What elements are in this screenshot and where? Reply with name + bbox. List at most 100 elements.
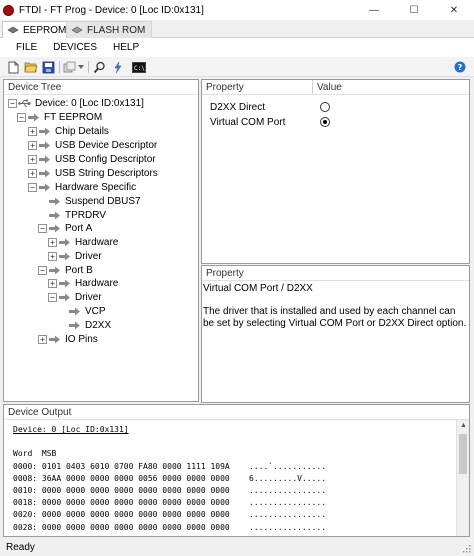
tab-flash-rom[interactable]: FLASH ROM xyxy=(66,21,153,38)
tree-item-label: Driver xyxy=(75,251,102,262)
minimize-button[interactable]: — xyxy=(354,0,394,20)
toolbar-separator xyxy=(88,61,89,73)
output-scrollbar[interactable]: ▲ xyxy=(456,420,469,536)
copy-icon[interactable] xyxy=(63,60,77,74)
property-description-header: Property xyxy=(202,266,469,281)
tab-bar: EEPROM FLASH ROM xyxy=(0,20,474,38)
eeprom-tab-icon xyxy=(7,26,19,33)
expand-icon[interactable]: + xyxy=(38,335,47,344)
tree-item[interactable]: + USB Device Descriptor xyxy=(28,139,157,152)
tree-item[interactable]: − Hardware Specific xyxy=(28,181,136,194)
arrow-icon xyxy=(39,155,50,164)
collapse-icon[interactable]: − xyxy=(38,266,47,275)
tree-item[interactable]: Suspend DBUS7 xyxy=(38,195,141,208)
device-tree-header: Device Tree xyxy=(4,80,198,95)
collapse-icon[interactable]: − xyxy=(8,99,17,108)
window-title: FTDI - FT Prog - Device: 0 [Loc ID:0x131… xyxy=(19,4,204,16)
new-file-icon[interactable] xyxy=(6,60,20,74)
collapse-icon[interactable]: − xyxy=(38,224,47,233)
tree-item[interactable]: − FT EEPROM xyxy=(17,111,102,124)
tree-item[interactable]: + Hardware xyxy=(48,277,118,290)
tab-eeprom-label: EEPROM xyxy=(23,24,67,36)
arrow-icon xyxy=(59,252,70,261)
tree-item-label: IO Pins xyxy=(65,334,98,345)
tree-item[interactable]: − Port A xyxy=(38,222,92,235)
property-description-panel: Property Virtual COM Port / D2XX The dri… xyxy=(201,265,470,403)
open-folder-icon[interactable] xyxy=(24,60,38,74)
tree-item[interactable]: D2XX xyxy=(58,319,111,332)
tree-item-label: USB String Descriptors xyxy=(55,168,158,179)
expand-icon[interactable]: + xyxy=(28,155,37,164)
menu-bar: FILE DEVICES HELP xyxy=(0,38,474,57)
tree-item-label: USB Config Descriptor xyxy=(55,154,156,165)
tree-item-label: Port B xyxy=(65,265,93,276)
property-label-vcp: Virtual COM Port xyxy=(210,116,286,128)
expand-icon[interactable]: + xyxy=(48,279,57,288)
scroll-up-icon[interactable]: ▲ xyxy=(460,422,467,429)
resize-grip-icon[interactable] xyxy=(463,545,471,553)
radio-d2xx-direct[interactable] xyxy=(320,102,330,112)
radio-virtual-com-port[interactable] xyxy=(320,117,330,127)
status-bar: Ready xyxy=(0,538,474,556)
save-icon[interactable] xyxy=(41,60,55,74)
output-line: 0008: 36AA 0000 0000 0000 0056 0000 0000… xyxy=(13,473,327,483)
arrow-icon xyxy=(39,127,50,136)
menu-devices[interactable]: DEVICES xyxy=(45,42,105,53)
value-column-header: Value xyxy=(317,82,342,93)
tree-item[interactable]: VCP xyxy=(58,305,106,318)
tree-item-label: Suspend DBUS7 xyxy=(65,196,141,207)
menu-help[interactable]: HELP xyxy=(105,42,147,53)
expand-icon[interactable]: + xyxy=(48,252,57,261)
tree-item[interactable]: + Hardware xyxy=(48,236,118,249)
property-label-d2xx: D2XX Direct xyxy=(210,101,266,113)
svg-text:?: ? xyxy=(458,63,463,72)
property-description-text: The driver that is installed and used by… xyxy=(203,306,467,329)
arrow-icon xyxy=(49,224,60,233)
tree-item-label: Hardware xyxy=(75,237,119,248)
tree-item[interactable]: − Port B xyxy=(38,264,93,277)
flash-rom-tab-icon xyxy=(71,26,83,33)
maximize-button[interactable]: ☐ xyxy=(394,0,434,20)
close-button[interactable]: ✕ xyxy=(434,0,474,20)
arrow-icon xyxy=(49,211,60,220)
expand-icon[interactable]: + xyxy=(28,169,37,178)
arrow-icon xyxy=(49,335,60,344)
tree-item[interactable]: − Driver xyxy=(48,291,102,304)
collapse-icon[interactable]: − xyxy=(48,293,57,302)
tree-item-label: Hardware xyxy=(75,278,119,289)
property-grid: Property Value D2XX Direct Virtual COM P… xyxy=(201,79,470,264)
usb-device-icon xyxy=(18,99,31,107)
copy-dropdown-icon[interactable] xyxy=(77,60,85,74)
tree-item[interactable]: + Driver xyxy=(48,250,102,263)
menu-file[interactable]: FILE xyxy=(0,42,45,53)
tree-item-label: Chip Details xyxy=(55,126,109,137)
search-icon[interactable] xyxy=(92,60,106,74)
tree-item-label: D2XX xyxy=(85,320,112,331)
tree-item-label: Driver xyxy=(75,292,102,303)
arrow-icon xyxy=(59,238,70,247)
cmd-icon[interactable]: C:\ xyxy=(131,60,147,74)
arrow-icon xyxy=(69,307,80,316)
collapse-icon[interactable]: − xyxy=(17,113,26,122)
device-output-text[interactable]: Device: 0 [Loc ID:0x131] Word MSB 0000: 01… xyxy=(4,420,456,536)
collapse-icon[interactable]: − xyxy=(28,183,37,192)
program-icon[interactable] xyxy=(110,60,124,74)
tree-item[interactable]: + USB String Descriptors xyxy=(28,167,158,180)
tree-item-label: Port A xyxy=(65,223,93,234)
tree-item-label: FT EEPROM xyxy=(44,112,103,123)
output-line: Device: 0 [Loc ID:0x131] xyxy=(13,425,129,434)
expand-icon[interactable]: + xyxy=(28,127,37,136)
tree-item[interactable]: + USB Config Descriptor xyxy=(28,153,156,166)
help-icon[interactable]: ? xyxy=(453,60,467,74)
tree-item[interactable]: + Chip Details xyxy=(28,125,109,138)
expand-icon[interactable]: + xyxy=(28,141,37,150)
tree-item[interactable]: TPRDRV xyxy=(38,209,106,222)
expand-icon[interactable]: + xyxy=(48,238,57,247)
tab-eeprom[interactable]: EEPROM xyxy=(2,21,74,38)
output-line: 0020: 0000 0000 0000 0000 0000 0000 0000… xyxy=(13,510,327,520)
scroll-thumb[interactable] xyxy=(459,434,467,474)
output-line: 0010: 0000 0000 0000 0000 0000 0000 0000… xyxy=(13,486,327,495)
tree-item[interactable]: + IO Pins xyxy=(38,333,98,346)
tree-item[interactable]: − Device: 0 [Loc ID:0x131] xyxy=(8,97,144,110)
